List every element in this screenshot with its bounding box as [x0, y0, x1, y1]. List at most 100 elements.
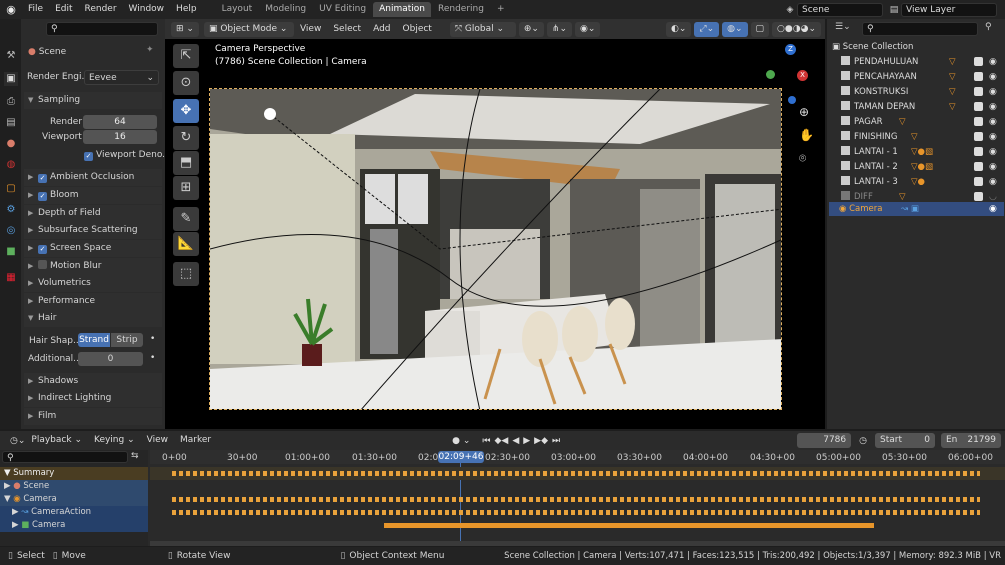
timeline-body[interactable]: 0+00 30+00 01:00+00 01:30+00 02:00+00 02…	[0, 450, 1005, 546]
playhead-label[interactable]: 02:09+46	[438, 451, 484, 463]
render-tab-icon[interactable]: ▣	[4, 72, 18, 86]
viewport-menu-select[interactable]: Select	[327, 20, 367, 39]
viewport-menu-object[interactable]: Object	[397, 20, 438, 39]
panel-indirect-lighting[interactable]: ▶ Indirect Lighting	[24, 390, 162, 407]
next-key-icon[interactable]: ▶◆	[534, 436, 548, 446]
prev-key-icon[interactable]: ◆◀	[494, 436, 508, 446]
collapse-arrow-icon[interactable]: ▼	[4, 494, 13, 504]
menu-file[interactable]: File	[22, 0, 49, 19]
shading-modes-icon[interactable]: ○●◑◕⌄	[772, 21, 821, 37]
z-axis-icon[interactable]: Z	[785, 44, 796, 55]
viewport-menu-add[interactable]: Add	[367, 20, 396, 39]
xray-icon[interactable]: ▢	[750, 21, 770, 37]
object-mode-dropdown[interactable]: ▣ Object Mode ⌄	[203, 21, 294, 37]
channel-camera-data[interactable]: ▶ ■ Camera	[0, 519, 148, 532]
jump-start-icon[interactable]: ⏮	[482, 436, 490, 446]
panel-sampling[interactable]: ▼ Sampling	[24, 92, 162, 109]
summary-keyframes[interactable]	[172, 471, 980, 476]
panel-bloom[interactable]: ▶ ✓ Bloom	[24, 187, 162, 204]
filter-icon[interactable]: ⚲	[985, 22, 992, 32]
camera-data-tab-icon[interactable]: ■	[4, 245, 18, 259]
properties-search-input[interactable]: ⚲	[46, 22, 158, 36]
eye-icon[interactable]: ◉	[989, 130, 997, 144]
additional-field[interactable]: 0	[78, 352, 143, 366]
overlay-icon[interactable]: ◍⌄	[722, 21, 748, 37]
eye-icon[interactable]: ◉	[989, 115, 997, 129]
eye-icon[interactable]: ◉	[989, 160, 997, 174]
modifier-tab-icon[interactable]: ⚙	[4, 203, 18, 217]
tab-animation[interactable]: Animation	[373, 2, 431, 17]
check-icon[interactable]: ✓	[38, 245, 47, 254]
swap-icon[interactable]: ⇆	[131, 451, 139, 461]
rotate-icon[interactable]: ↻	[173, 126, 199, 150]
snap-icon[interactable]: ⋔⌄	[546, 21, 573, 37]
timeline-menu-view[interactable]: View	[141, 431, 174, 450]
outliner-item[interactable]: PENCAHAYAAN ▽ ◉	[829, 70, 1004, 84]
start-frame-field[interactable]: Start 0	[875, 433, 935, 448]
scale-icon[interactable]: ⬒	[173, 151, 199, 175]
timeline-menu-playback[interactable]: Playback ⌄	[25, 431, 88, 450]
eye-icon[interactable]: ◉	[989, 175, 997, 189]
camera-view-icon[interactable]: ⌾	[799, 151, 806, 166]
outliner-item-camera[interactable]: ◉ Camera ↝ ▣ ◉	[829, 202, 1004, 216]
transform-orientation-dropdown[interactable]: ⤧ Global ⌄	[449, 21, 516, 37]
panel-hair[interactable]: ▼ Hair	[24, 310, 162, 327]
check-icon[interactable]: ✓	[38, 174, 47, 183]
channel-camera-action[interactable]: ▶ ↝ CameraAction	[0, 506, 148, 519]
physics-tab-icon[interactable]: ◎	[4, 224, 18, 238]
move-icon[interactable]: ✥	[173, 99, 199, 123]
x-axis-icon[interactable]: X	[797, 70, 808, 81]
eye-icon[interactable]: ◉	[989, 202, 997, 216]
outliner-item[interactable]: TAMAN DEPAN ▽ ◉	[829, 100, 1004, 114]
panel-ambient-occlusion[interactable]: ▶ ✓ Ambient Occlusion	[24, 169, 162, 186]
cursor-icon[interactable]: ⊙	[173, 71, 199, 95]
keyframe-dot-icon[interactable]: •	[150, 353, 155, 363]
view-layer-selector[interactable]: View Layer	[901, 2, 997, 17]
outliner-scene-collection[interactable]: ▣ Scene Collection	[829, 40, 1004, 54]
menu-edit[interactable]: Edit	[49, 0, 78, 19]
eye-icon[interactable]: ◉	[989, 100, 997, 114]
tab-uv-editing[interactable]: UV Editing	[313, 2, 372, 17]
pivot-icon[interactable]: ⊕⌄	[518, 21, 544, 37]
expand-arrow-icon[interactable]: ▶	[12, 520, 21, 530]
jump-end-icon[interactable]: ⏭	[552, 436, 560, 446]
menu-help[interactable]: Help	[170, 0, 203, 19]
zoom-icon[interactable]: ⊕	[799, 105, 809, 119]
outliner-item[interactable]: PAGAR ▽ ◉	[829, 115, 1004, 129]
strip-toggle[interactable]: Strip	[111, 333, 143, 347]
outliner-item[interactable]: PENDAHULUAN ▽ ◉	[829, 55, 1004, 69]
add-workspace-button[interactable]: +	[491, 2, 511, 17]
strand-toggle[interactable]: Strand	[78, 333, 110, 347]
select-box-icon[interactable]: ⇱	[173, 44, 199, 68]
pin-icon[interactable]: ✦	[146, 45, 154, 55]
pan-hand-icon[interactable]: ✋	[799, 128, 814, 142]
channel-scene[interactable]: ▶ ● Scene	[0, 480, 148, 493]
add-cube-icon[interactable]: ⬚	[173, 262, 199, 286]
tab-layout[interactable]: Layout	[216, 2, 259, 17]
record-icon[interactable]: ● ⌄	[452, 436, 470, 446]
eye-icon[interactable]: ◉	[989, 145, 997, 159]
unchecked-box-icon[interactable]	[38, 260, 47, 269]
panel-film[interactable]: ▶ Film	[24, 408, 162, 425]
camera-keyframes[interactable]	[172, 497, 980, 502]
viewport-menu-view[interactable]: View	[294, 20, 327, 39]
texture-tab-icon[interactable]: ▦	[4, 271, 18, 285]
menu-window[interactable]: Window	[123, 0, 171, 19]
transform-icon[interactable]: ⊞	[173, 176, 199, 200]
panel-depth-of-field[interactable]: ▶ Depth of Field	[24, 205, 162, 222]
camera-hold-bar[interactable]	[384, 523, 874, 528]
channel-summary[interactable]: ▼ Summary	[0, 467, 148, 480]
panel-ssr[interactable]: ▶✓Screen Space Reflections	[24, 240, 162, 270]
view-layer-tab-icon[interactable]: ▤	[4, 116, 18, 130]
viewport-denoise-checkbox[interactable]: ✓ Viewport Deno...	[84, 150, 171, 161]
object-tab-icon[interactable]: ▢	[4, 182, 18, 196]
outliner-item[interactable]: FINISHING ▽ ◉	[829, 130, 1004, 144]
outliner-item[interactable]: KONSTRUKSI ▽ ◉	[829, 85, 1004, 99]
end-frame-field[interactable]: En 21799	[941, 433, 1001, 448]
panel-performance[interactable]: ▶ Performance	[24, 293, 162, 310]
render-engine-dropdown[interactable]: Eevee ⌄	[84, 70, 159, 85]
check-icon[interactable]: ✓	[38, 192, 47, 201]
channel-camera[interactable]: ▼ ◉ Camera	[0, 493, 148, 506]
outliner-item[interactable]: LANTAI - 1 ▽●▧ ◉	[829, 145, 1004, 159]
reverse-play-icon[interactable]: ◀	[512, 436, 519, 446]
